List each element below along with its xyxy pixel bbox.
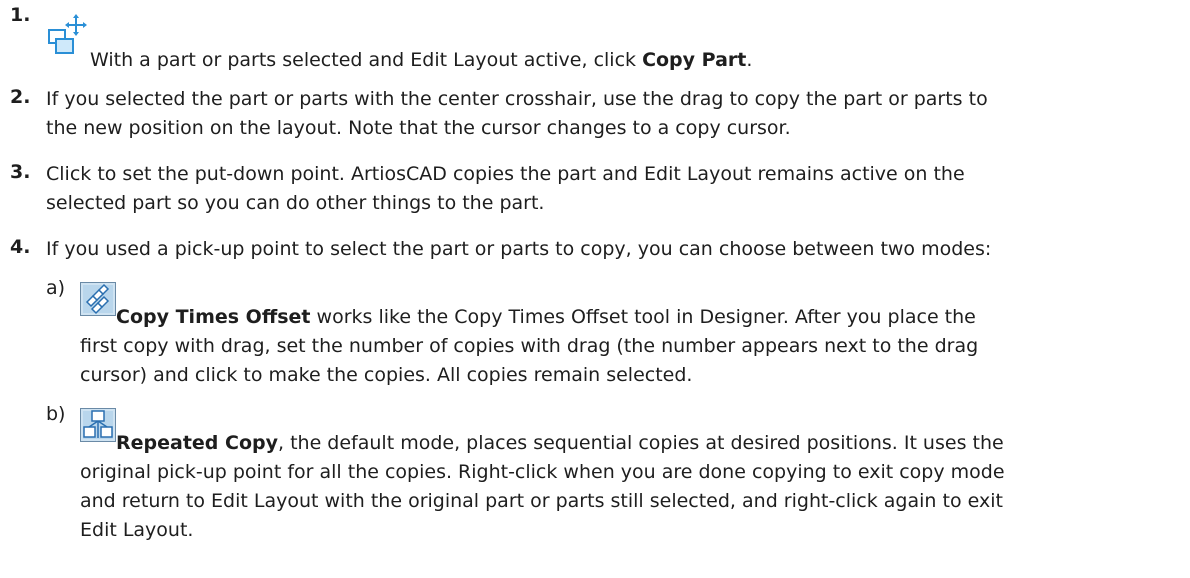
repeated-copy-icon: [80, 408, 116, 447]
copy-times-offset-icon: [80, 282, 116, 321]
substep-label: a): [46, 277, 66, 299]
step-text-line: If you used a pick-up point to select th…: [46, 238, 992, 260]
substep-text-line: and return to Edit Layout with the origi…: [80, 490, 1003, 512]
step-text-line: the new position on the layout. Note tha…: [46, 117, 791, 139]
copy-part-icon: [46, 14, 90, 63]
substep-text-line: Copy Times Offset works like the Copy Ti…: [116, 306, 976, 328]
step-number: 2.: [10, 86, 31, 108]
substep-text-line: cursor) and click to make the copies. Al…: [80, 364, 693, 386]
substep-label: b): [46, 403, 66, 425]
step-number: 4.: [10, 236, 31, 258]
substep-text-line: Repeated Copy, the default mode, places …: [116, 432, 1004, 454]
step-text-line: Click to set the put-down point. ArtiosC…: [46, 163, 965, 185]
step-number: 1.: [10, 4, 31, 26]
step-text-line: If you selected the part or parts with t…: [46, 88, 988, 110]
step-number: 3.: [10, 161, 31, 183]
step-text-line: selected part so you can do other things…: [46, 192, 545, 214]
substep-text-line: original pick-up point for all the copie…: [80, 461, 1005, 483]
substep-text-line: first copy with drag, set the number of …: [80, 335, 979, 357]
step-text: With a part or parts selected and Edit L…: [90, 49, 753, 71]
repeated-copy-label: Repeated Copy: [116, 432, 278, 454]
copy-part-label: Copy Part: [642, 49, 747, 71]
copy-times-offset-label: Copy Times Offset: [116, 306, 311, 328]
substep-text-line: Edit Layout.: [80, 519, 194, 541]
